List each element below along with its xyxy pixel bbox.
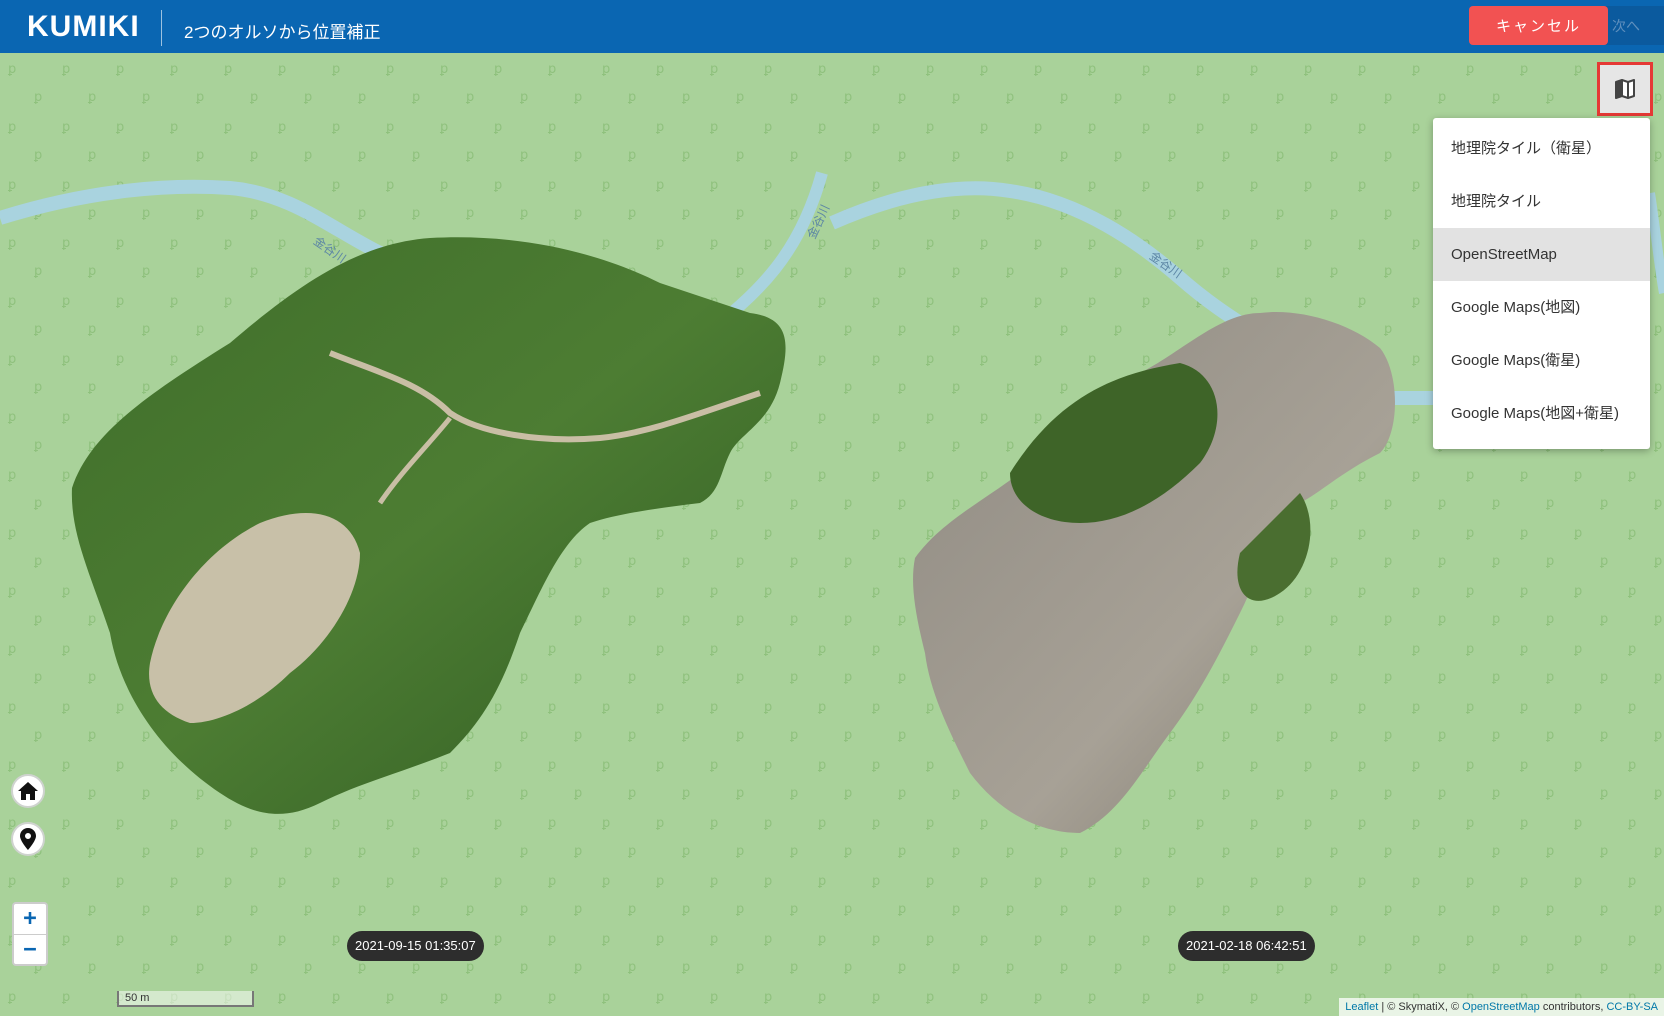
license-link[interactable]: CC-BY-SA	[1606, 1001, 1658, 1013]
attribution-text: | © SkymatiX, ©	[1378, 1001, 1463, 1013]
zoom-in-button[interactable]: +	[14, 904, 46, 934]
layer-switch-button[interactable]	[1597, 62, 1653, 116]
map-tiles: ꝑ ꝑ	[0, 53, 1664, 1016]
layer-item-google-satellite[interactable]: Google Maps(衛星)	[1433, 334, 1650, 387]
home-icon	[18, 782, 38, 800]
ortho-timestamp-right[interactable]: 2021-02-18 06:42:51	[1178, 931, 1315, 961]
attribution-text: contributors,	[1539, 1001, 1607, 1013]
layer-item-google-map[interactable]: Google Maps(地図)	[1433, 281, 1650, 334]
map-attribution: Leaflet | © SkymatiX, © OpenStreetMap co…	[1339, 998, 1664, 1016]
layer-item-google-hybrid[interactable]: Google Maps(地図+衛星)	[1433, 387, 1650, 440]
zoom-control: + −	[12, 902, 48, 966]
layer-item-openstreetmap[interactable]: OpenStreetMap	[1433, 228, 1650, 281]
page-title: 2つのオルソから位置補正	[184, 23, 381, 42]
layer-menu: 地理院タイル（衛星） 地理院タイル OpenStreetMap Google M…	[1433, 118, 1650, 449]
home-button[interactable]	[11, 774, 45, 808]
zoom-out-button[interactable]: −	[14, 935, 46, 964]
map-view[interactable]: ꝑ ꝑ	[0, 53, 1664, 1016]
layer-item-gsi[interactable]: 地理院タイル	[1433, 175, 1650, 228]
app-logo: KUMIKI	[27, 10, 140, 43]
osm-link[interactable]: OpenStreetMap	[1462, 1001, 1540, 1013]
leaflet-link[interactable]: Leaflet	[1345, 1001, 1378, 1013]
current-location-button[interactable]	[11, 822, 45, 856]
ortho-timestamp-left[interactable]: 2021-09-15 01:35:07	[347, 931, 484, 961]
app-header: KUMIKI 2つのオルソから位置補正 次へ キャンセル	[0, 0, 1664, 53]
map-icon	[1615, 79, 1635, 99]
map-marker-icon	[20, 828, 36, 850]
scale-bar: 50 m	[117, 991, 254, 1007]
header-divider	[161, 10, 162, 46]
layer-item-gsi-satellite[interactable]: 地理院タイル（衛星）	[1433, 122, 1650, 175]
cancel-button[interactable]: キャンセル	[1469, 6, 1608, 45]
